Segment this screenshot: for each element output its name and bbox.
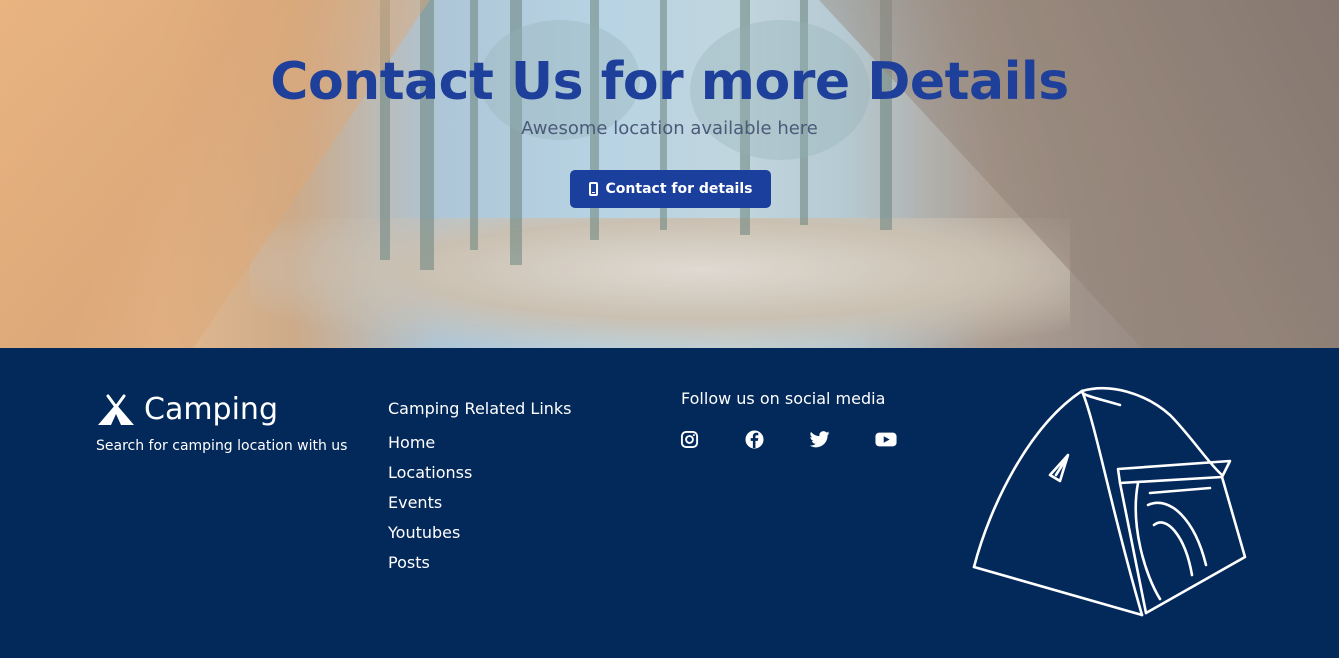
instagram-icon[interactable]	[680, 430, 699, 449]
brand-tagline: Search for camping location with us	[96, 438, 348, 454]
footer-link-events[interactable]: Events	[388, 493, 472, 523]
social-title: Follow us on social media	[681, 389, 886, 408]
social-links	[680, 430, 897, 449]
hero-title: Contact Us for more Details	[270, 52, 1069, 112]
contact-button-label: Contact for details	[605, 181, 753, 197]
footer-link-locations[interactable]: Locationss	[388, 463, 472, 493]
footer-link-posts[interactable]: Posts	[388, 553, 472, 583]
youtube-icon[interactable]	[875, 430, 897, 449]
mobile-phone-icon	[588, 182, 598, 196]
hero-banner: Contact Us for more Details Awesome loca…	[0, 0, 1339, 348]
twitter-icon[interactable]	[809, 430, 830, 449]
tent-logo-icon	[98, 394, 134, 425]
footer-brand[interactable]: Camping	[96, 392, 278, 427]
footer-links: Home Locationss Events Youtubes Posts	[388, 433, 472, 583]
footer-link-home[interactable]: Home	[388, 433, 472, 463]
related-links-title: Camping Related Links	[388, 399, 572, 418]
hero-subtitle: Awesome location available here	[521, 118, 818, 139]
facebook-icon[interactable]	[745, 430, 764, 449]
footer-link-youtubes[interactable]: Youtubes	[388, 523, 472, 553]
tent-illustration	[972, 387, 1247, 617]
brand-name: Camping	[144, 392, 278, 427]
contact-details-button[interactable]: Contact for details	[570, 170, 771, 208]
